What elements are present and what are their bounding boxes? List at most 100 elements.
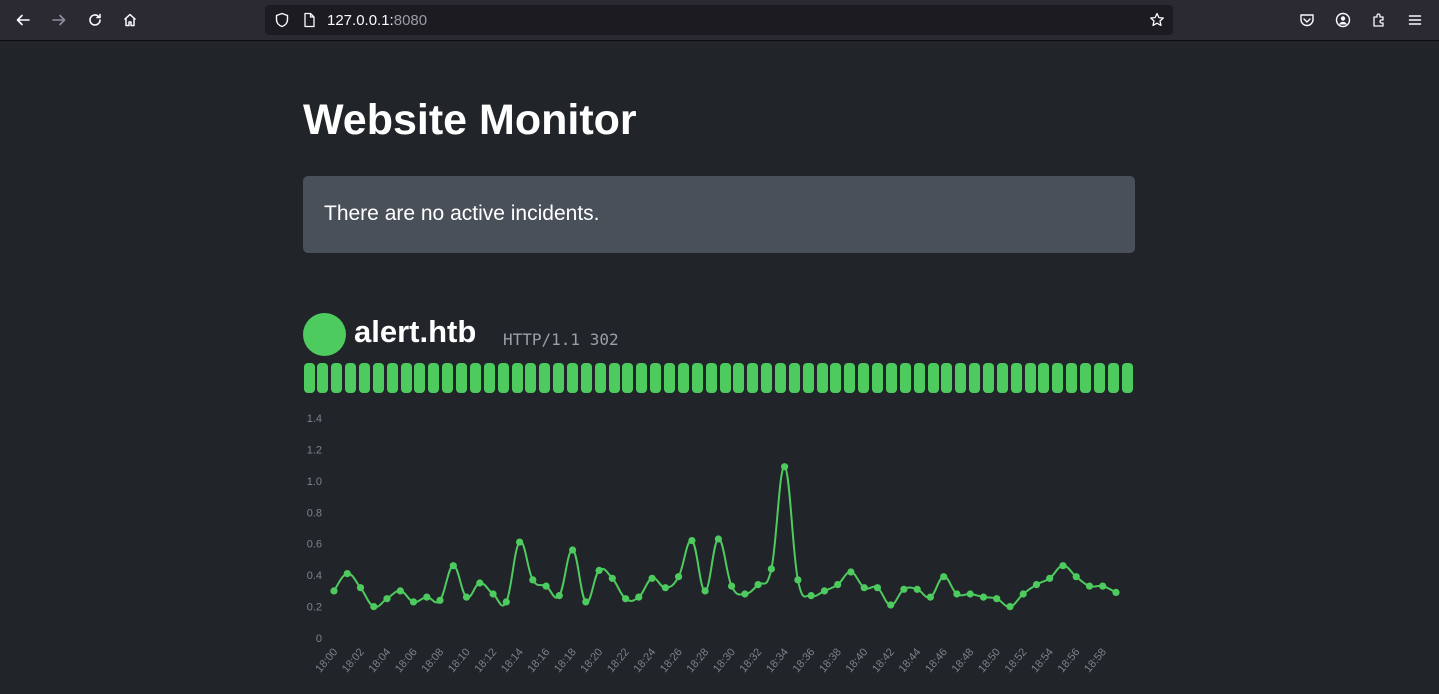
data-point[interactable] xyxy=(582,598,590,606)
forward-button[interactable] xyxy=(45,6,73,34)
data-point[interactable] xyxy=(794,576,802,584)
uptime-check-bar[interactable] xyxy=(442,363,454,393)
uptime-check-bar[interactable] xyxy=(747,363,759,393)
data-point[interactable] xyxy=(953,590,961,598)
account-button[interactable] xyxy=(1329,6,1357,34)
uptime-check-bar[interactable] xyxy=(483,363,495,393)
data-point[interactable] xyxy=(688,537,696,545)
extensions-button[interactable] xyxy=(1365,6,1393,34)
uptime-check-bar[interactable] xyxy=(1038,363,1050,393)
uptime-check-bar[interactable] xyxy=(858,363,870,393)
data-point[interactable] xyxy=(396,587,404,595)
data-point[interactable] xyxy=(767,565,775,573)
reload-button[interactable] xyxy=(81,6,109,34)
data-point[interactable] xyxy=(675,573,683,581)
url-bar[interactable]: 127.0.0.1:8080 xyxy=(265,5,1173,35)
uptime-check-bar[interactable] xyxy=(386,363,398,393)
data-point[interactable] xyxy=(489,590,497,598)
data-point[interactable] xyxy=(887,601,895,609)
data-point[interactable] xyxy=(1085,582,1094,590)
data-point[interactable] xyxy=(529,576,537,584)
uptime-check-bar[interactable] xyxy=(872,363,884,393)
data-point[interactable] xyxy=(383,595,391,603)
uptime-check-bar[interactable] xyxy=(456,363,468,393)
data-point[interactable] xyxy=(462,593,471,601)
data-point[interactable] xyxy=(1032,581,1041,589)
data-point[interactable] xyxy=(409,598,418,606)
back-button[interactable] xyxy=(9,6,37,34)
data-point[interactable] xyxy=(1046,574,1054,582)
uptime-check-bar[interactable] xyxy=(733,363,745,393)
data-point[interactable] xyxy=(1006,603,1014,611)
data-point[interactable] xyxy=(873,584,882,592)
uptime-check-bar[interactable] xyxy=(345,363,357,393)
uptime-check-bar[interactable] xyxy=(941,363,953,393)
uptime-check-bar[interactable] xyxy=(650,363,662,393)
uptime-check-bar[interactable] xyxy=(1080,363,1092,393)
shield-icon[interactable] xyxy=(274,12,290,28)
data-point[interactable] xyxy=(913,585,921,593)
data-point[interactable] xyxy=(476,579,484,587)
uptime-check-bar[interactable] xyxy=(955,363,967,393)
uptime-check-bar[interactable] xyxy=(567,363,579,393)
data-point[interactable] xyxy=(754,581,762,589)
uptime-check-bar[interactable] xyxy=(400,363,412,393)
data-point[interactable] xyxy=(1019,590,1027,598)
data-point[interactable] xyxy=(569,546,577,554)
uptime-check-bar[interactable] xyxy=(1066,363,1078,393)
data-point[interactable] xyxy=(555,592,563,600)
uptime-check-bar[interactable] xyxy=(885,363,897,393)
uptime-check-bar[interactable] xyxy=(636,363,648,393)
uptime-check-bar[interactable] xyxy=(303,363,315,393)
uptime-check-bar[interactable] xyxy=(788,363,800,393)
data-point[interactable] xyxy=(423,593,431,601)
uptime-check-bar[interactable] xyxy=(1024,363,1036,393)
url-text[interactable]: 127.0.0.1:8080 xyxy=(327,12,427,29)
data-point[interactable] xyxy=(860,584,868,592)
data-point[interactable] xyxy=(661,584,669,592)
uptime-check-bar[interactable] xyxy=(719,363,731,393)
data-point[interactable] xyxy=(356,584,365,592)
uptime-check-bar[interactable] xyxy=(414,363,426,393)
uptime-check-bar[interactable] xyxy=(899,363,911,393)
data-point[interactable] xyxy=(370,603,378,611)
uptime-check-bar[interactable] xyxy=(428,363,440,393)
menu-button[interactable] xyxy=(1401,6,1429,34)
data-point[interactable] xyxy=(847,568,855,576)
data-point[interactable] xyxy=(635,593,643,601)
uptime-check-bar[interactable] xyxy=(983,363,995,393)
uptime-check-bar[interactable] xyxy=(1121,363,1133,393)
data-point[interactable] xyxy=(714,535,722,543)
data-point[interactable] xyxy=(701,587,709,595)
data-point[interactable] xyxy=(648,574,656,582)
uptime-check-bar[interactable] xyxy=(1010,363,1022,393)
data-point[interactable] xyxy=(728,582,736,590)
data-point[interactable] xyxy=(516,538,524,546)
data-point[interactable] xyxy=(993,595,1001,603)
bookmark-star-icon[interactable] xyxy=(1149,12,1165,28)
uptime-check-bar[interactable] xyxy=(664,363,676,393)
uptime-check-bar[interactable] xyxy=(1093,363,1105,393)
page-icon[interactable] xyxy=(301,12,317,28)
uptime-check-bar[interactable] xyxy=(802,363,814,393)
data-point[interactable] xyxy=(926,593,935,601)
data-point[interactable] xyxy=(1099,582,1107,590)
uptime-check-bar[interactable] xyxy=(705,363,717,393)
data-point[interactable] xyxy=(436,596,444,604)
data-point[interactable] xyxy=(595,566,603,574)
data-point[interactable] xyxy=(807,592,815,600)
uptime-check-bar[interactable] xyxy=(830,363,842,393)
data-point[interactable] xyxy=(502,598,510,606)
uptime-check-bar[interactable] xyxy=(539,363,551,393)
uptime-check-bar[interactable] xyxy=(691,363,703,393)
uptime-check-bar[interactable] xyxy=(372,363,384,393)
uptime-check-bar[interactable] xyxy=(1052,363,1064,393)
uptime-check-bar[interactable] xyxy=(913,363,925,393)
data-point[interactable] xyxy=(622,595,630,603)
uptime-check-bar[interactable] xyxy=(969,363,981,393)
home-button[interactable] xyxy=(116,6,144,34)
data-point[interactable] xyxy=(449,562,457,570)
uptime-check-bar[interactable] xyxy=(1107,363,1119,393)
uptime-check-bar[interactable] xyxy=(677,363,689,393)
data-point[interactable] xyxy=(1112,588,1120,596)
